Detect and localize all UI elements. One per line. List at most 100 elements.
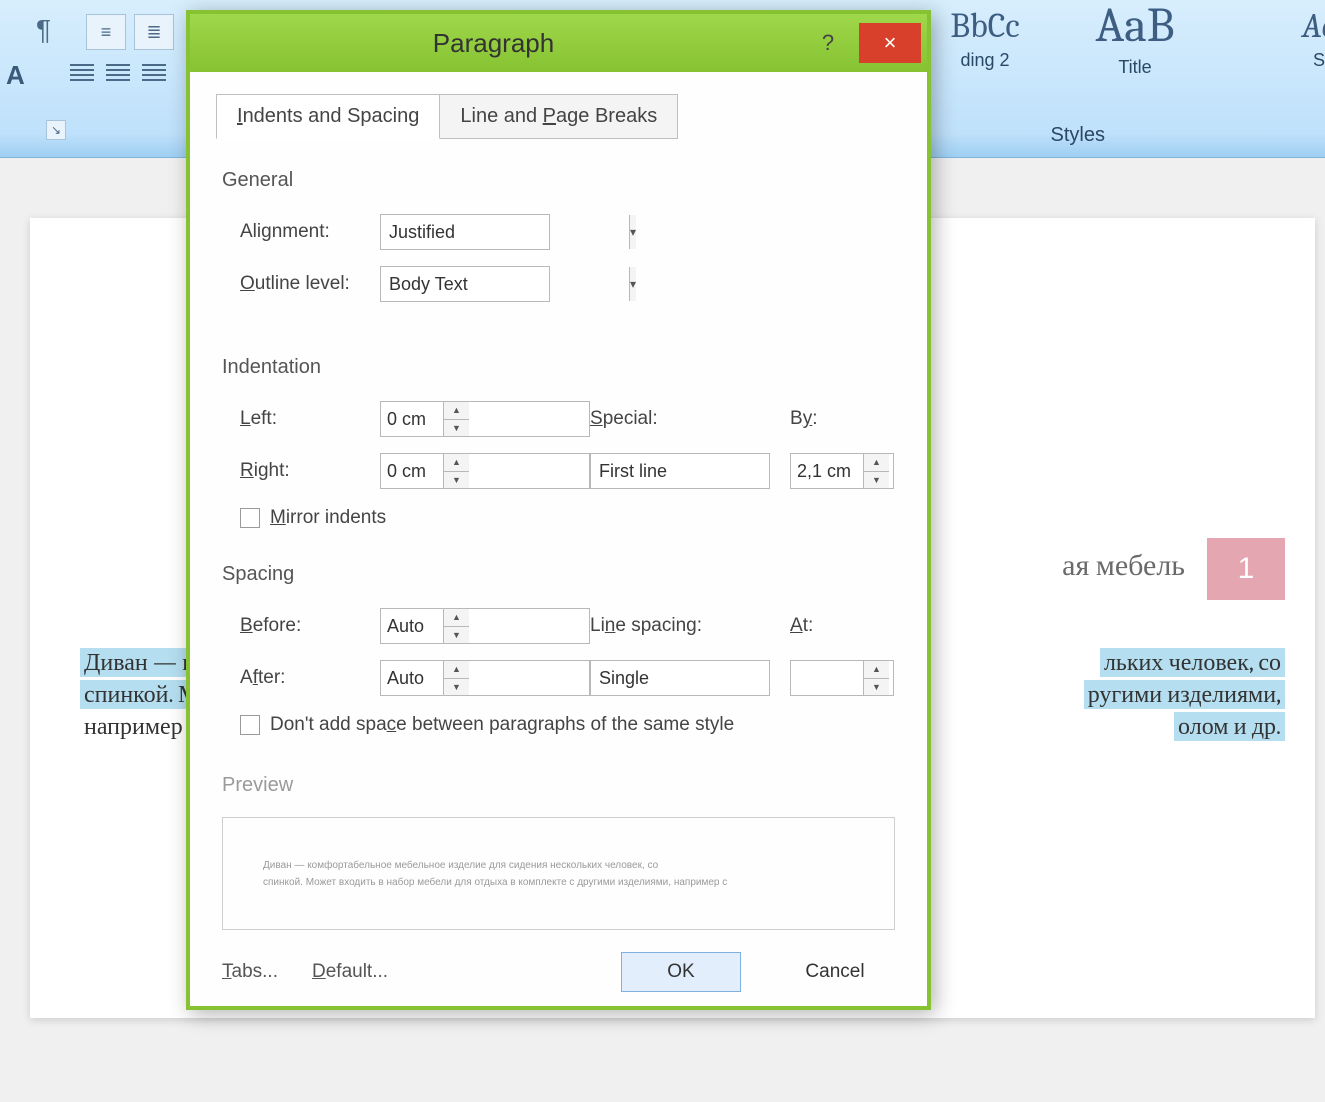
by-value[interactable] bbox=[791, 454, 863, 488]
titlebar[interactable]: Paragraph ? × bbox=[190, 14, 927, 72]
before-label: Before: bbox=[240, 615, 380, 637]
dialog-body: Indents and Spacing Line and Page Breaks… bbox=[190, 72, 927, 1006]
button-label: OK bbox=[667, 961, 694, 983]
doc-line-right: ругими изделиями, bbox=[1084, 680, 1285, 709]
indent-left-label: Left: bbox=[240, 408, 380, 430]
tab-label: Indents and Spacing bbox=[237, 105, 419, 127]
row-alignment: Alignment: ▾ bbox=[240, 214, 901, 250]
alignment-value[interactable] bbox=[381, 222, 629, 243]
numbering-icon[interactable]: ≣ bbox=[134, 14, 174, 50]
paragraph-dialog: Paragraph ? × Indents and Spacing Line a… bbox=[186, 10, 931, 1010]
paragraph-dialog-launcher-icon[interactable]: ↘ bbox=[46, 120, 66, 140]
at-spin[interactable]: ▲▼ bbox=[790, 660, 894, 696]
spin-up-icon[interactable]: ▲ bbox=[444, 402, 469, 420]
preview-line: Диван — комфортабельное мебельное издели… bbox=[263, 860, 854, 871]
close-button[interactable]: × bbox=[859, 23, 921, 63]
style-sample: BbCc bbox=[925, 6, 1045, 46]
align-center-icon[interactable] bbox=[106, 64, 130, 84]
close-icon: × bbox=[884, 30, 897, 56]
alignment-combo[interactable]: ▾ bbox=[380, 214, 550, 250]
spin-up-icon[interactable]: ▲ bbox=[444, 609, 469, 627]
section-indentation-title: Indentation bbox=[222, 356, 901, 379]
spin-down-icon[interactable]: ▼ bbox=[444, 679, 469, 696]
tabs-button[interactable]: Tabs... bbox=[222, 952, 278, 992]
special-combo[interactable]: ▾ bbox=[590, 453, 770, 489]
row-spacing-before: Before: ▲▼ Line spacing: At: bbox=[240, 608, 901, 644]
indent-left-spin[interactable]: ▲▼ bbox=[380, 401, 590, 437]
indent-right-value[interactable] bbox=[381, 454, 443, 488]
at-value[interactable] bbox=[791, 661, 863, 695]
section-spacing-title: Spacing bbox=[222, 563, 901, 586]
dont-add-space-row[interactable]: Don't add space between paragraphs of th… bbox=[240, 714, 901, 736]
align-left-icon[interactable] bbox=[70, 64, 94, 84]
indent-right-label: Right: bbox=[240, 460, 380, 482]
line-spacing-label: Line spacing: bbox=[590, 615, 702, 636]
heading-text-fragment: ая мебель bbox=[1062, 548, 1185, 583]
dialog-title: Paragraph bbox=[190, 28, 797, 59]
style-subtitle[interactable]: Ac S bbox=[1289, 6, 1325, 71]
style-label: Title bbox=[1075, 57, 1195, 78]
by-spin[interactable]: ▲▼ bbox=[790, 453, 894, 489]
spin-down-icon[interactable]: ▼ bbox=[444, 420, 469, 437]
help-button[interactable]: ? bbox=[797, 23, 859, 63]
preview-line: спинкой. Может входить в набор мебели дл… bbox=[263, 877, 854, 888]
spin-up-icon[interactable]: ▲ bbox=[444, 661, 469, 679]
special-label: Special: bbox=[590, 408, 658, 429]
button-label: Default... bbox=[312, 961, 388, 983]
tab-label: Line and Page Breaks bbox=[460, 105, 657, 127]
style-label: S bbox=[1289, 50, 1325, 71]
align-icons[interactable] bbox=[70, 64, 166, 84]
button-row: Tabs... Default... OK Cancel bbox=[216, 930, 901, 996]
after-spin[interactable]: ▲▼ bbox=[380, 660, 590, 696]
at-label: At: bbox=[790, 615, 813, 636]
chevron-down-icon[interactable]: ▾ bbox=[629, 267, 636, 301]
default-button[interactable]: Default... bbox=[312, 952, 388, 992]
doc-line-right: олом и др. bbox=[1174, 712, 1285, 741]
paragraph-mark-icon[interactable]: ¶ bbox=[36, 14, 51, 46]
line-spacing-combo[interactable]: ▾ bbox=[590, 660, 770, 696]
section-preview-title: Preview bbox=[222, 774, 901, 797]
dont-add-space-checkbox[interactable] bbox=[240, 715, 260, 735]
button-label: Tabs... bbox=[222, 961, 278, 983]
button-label: Cancel bbox=[805, 961, 864, 983]
indent-left-value[interactable] bbox=[381, 402, 443, 436]
tab-strip: Indents and Spacing Line and Page Breaks bbox=[216, 94, 901, 139]
row-spacing-after: After: ▲▼ ▾ ▲▼ bbox=[240, 660, 901, 696]
outline-value[interactable] bbox=[381, 274, 629, 295]
outline-combo[interactable]: ▾ bbox=[380, 266, 550, 302]
spin-up-icon[interactable]: ▲ bbox=[444, 454, 469, 472]
indent-right-spin[interactable]: ▲▼ bbox=[380, 453, 590, 489]
bullets-icon[interactable]: ≡ bbox=[86, 14, 126, 50]
after-label: After: bbox=[240, 667, 380, 689]
spin-up-icon[interactable]: ▲ bbox=[864, 454, 889, 472]
section-general-title: General bbox=[222, 169, 901, 192]
doc-line-right: льких человек, со bbox=[1100, 648, 1285, 677]
spin-down-icon[interactable]: ▼ bbox=[444, 627, 469, 644]
help-icon: ? bbox=[822, 30, 834, 56]
mirror-indents-row[interactable]: Mirror indents bbox=[240, 507, 901, 529]
mirror-indents-checkbox[interactable] bbox=[240, 508, 260, 528]
spin-up-icon[interactable]: ▲ bbox=[864, 661, 889, 679]
heading-number-chip: 1 bbox=[1207, 538, 1285, 600]
before-value[interactable] bbox=[381, 609, 443, 643]
style-heading2[interactable]: BbCc ding 2 bbox=[925, 6, 1045, 71]
spin-down-icon[interactable]: ▼ bbox=[864, 679, 889, 696]
outline-label: Outline level: bbox=[240, 273, 380, 295]
font-color-icon[interactable]: A bbox=[6, 60, 25, 91]
chevron-down-icon[interactable]: ▾ bbox=[629, 215, 636, 249]
after-value[interactable] bbox=[381, 661, 443, 695]
style-title[interactable]: AaB Title bbox=[1075, 0, 1195, 78]
tab-indents-spacing[interactable]: Indents and Spacing bbox=[216, 94, 440, 139]
spin-down-icon[interactable]: ▼ bbox=[864, 472, 889, 489]
spin-down-icon[interactable]: ▼ bbox=[444, 472, 469, 489]
alignment-label: Alignment: bbox=[240, 221, 380, 243]
before-spin[interactable]: ▲▼ bbox=[380, 608, 590, 644]
tab-line-page-breaks[interactable]: Line and Page Breaks bbox=[439, 94, 678, 139]
dont-add-space-label: Don't add space between paragraphs of th… bbox=[270, 714, 734, 736]
row-indent-right: Right: ▲▼ ▾ ▲▼ bbox=[240, 453, 901, 489]
cancel-button[interactable]: Cancel bbox=[775, 952, 895, 992]
ok-button[interactable]: OK bbox=[621, 952, 741, 992]
row-outline: Outline level: ▾ bbox=[240, 266, 901, 302]
align-right-icon[interactable] bbox=[142, 64, 166, 84]
styles-group-caption: Styles bbox=[1051, 124, 1105, 147]
